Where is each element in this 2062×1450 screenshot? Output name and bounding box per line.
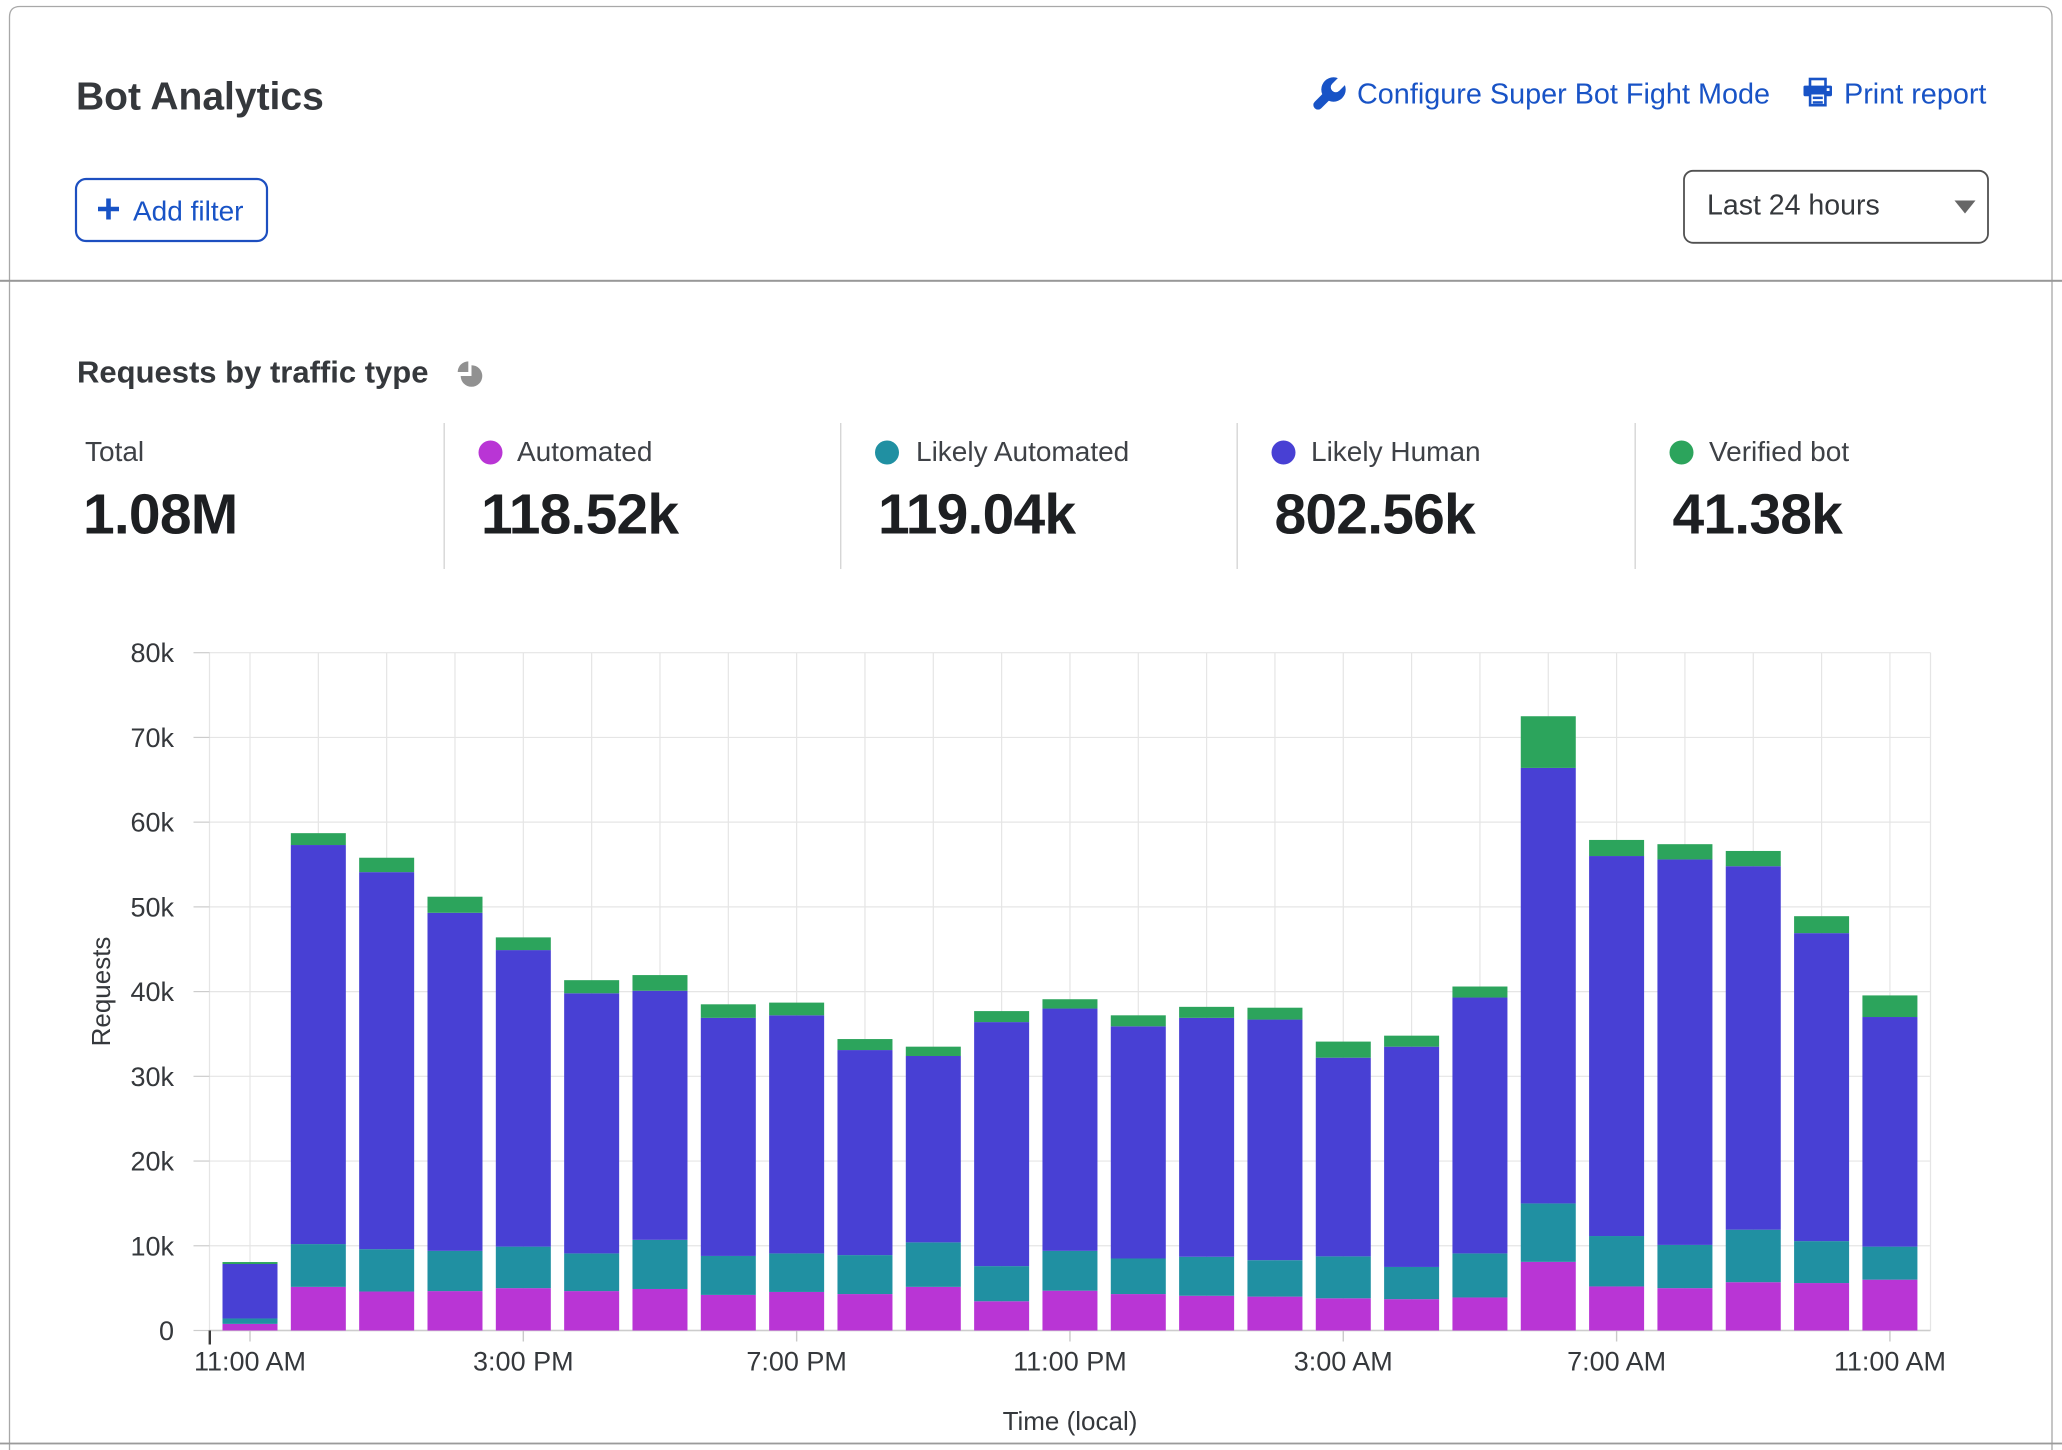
svg-text:Verified bot: Verified bot bbox=[1709, 436, 1849, 467]
svg-text:Total: Total bbox=[85, 436, 144, 467]
svg-text:60k: 60k bbox=[130, 808, 174, 838]
svg-text:Likely Human: Likely Human bbox=[1311, 436, 1481, 467]
svg-text:80k: 80k bbox=[130, 638, 174, 668]
svg-text:802.56k: 802.56k bbox=[1275, 483, 1477, 547]
svg-text:Likely Automated: Likely Automated bbox=[916, 436, 1129, 467]
svg-text:40k: 40k bbox=[130, 977, 174, 1007]
svg-text:7:00 AM: 7:00 AM bbox=[1567, 1347, 1666, 1377]
svg-text:1.08M: 1.08M bbox=[83, 483, 237, 547]
svg-text:0: 0 bbox=[159, 1316, 174, 1346]
svg-text:Print report: Print report bbox=[1844, 79, 1986, 111]
svg-text:Requests by traffic type: Requests by traffic type bbox=[77, 355, 428, 390]
svg-text:119.04k: 119.04k bbox=[878, 483, 1076, 547]
svg-text:11:00 AM: 11:00 AM bbox=[194, 1347, 306, 1377]
svg-text:Time (local): Time (local) bbox=[1003, 1406, 1138, 1436]
svg-text:3:00 PM: 3:00 PM bbox=[473, 1347, 574, 1377]
svg-text:Automated: Automated bbox=[517, 436, 652, 467]
svg-text:10k: 10k bbox=[130, 1231, 174, 1261]
svg-text:3:00 AM: 3:00 AM bbox=[1294, 1347, 1393, 1377]
svg-text:30k: 30k bbox=[130, 1062, 174, 1092]
svg-text:118.52k: 118.52k bbox=[481, 483, 679, 547]
svg-text:50k: 50k bbox=[130, 892, 174, 922]
svg-text:41.38k: 41.38k bbox=[1673, 483, 1844, 547]
svg-text:Add filter: Add filter bbox=[133, 196, 244, 227]
svg-text:7:00 PM: 7:00 PM bbox=[746, 1347, 847, 1377]
svg-text:Last 24 hours: Last 24 hours bbox=[1707, 190, 1880, 222]
svg-text:Bot Analytics: Bot Analytics bbox=[76, 76, 324, 119]
svg-text:11:00 PM: 11:00 PM bbox=[1013, 1347, 1127, 1377]
svg-text:70k: 70k bbox=[130, 723, 174, 753]
svg-text:Requests: Requests bbox=[86, 937, 116, 1047]
svg-text:11:00 AM: 11:00 AM bbox=[1834, 1347, 1946, 1377]
svg-text:20k: 20k bbox=[130, 1147, 174, 1177]
svg-text:Configure Super Bot Fight Mode: Configure Super Bot Fight Mode bbox=[1357, 79, 1770, 111]
